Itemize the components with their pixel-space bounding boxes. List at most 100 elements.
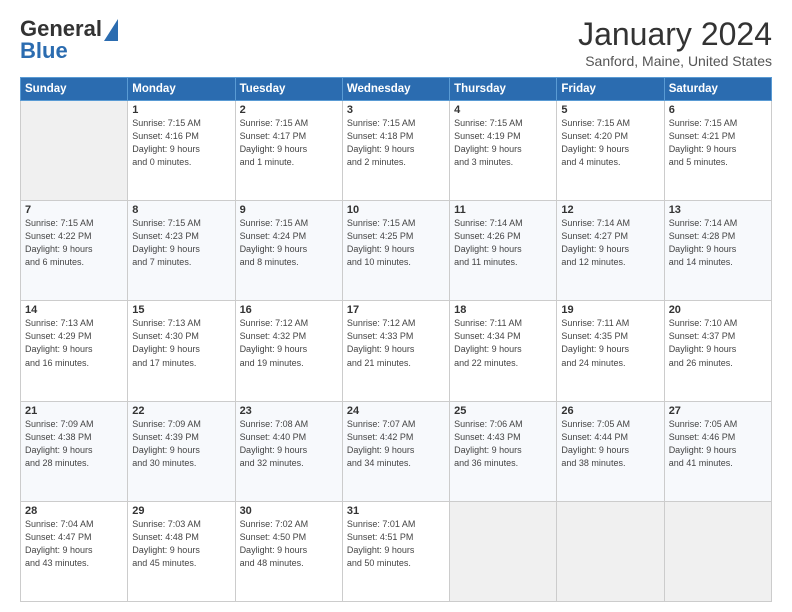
- calendar-cell: 9Sunrise: 7:15 AMSunset: 4:24 PMDaylight…: [235, 201, 342, 301]
- calendar-week-row: 28Sunrise: 7:04 AMSunset: 4:47 PMDayligh…: [21, 501, 772, 601]
- day-info: Sunrise: 7:06 AMSunset: 4:43 PMDaylight:…: [454, 418, 552, 470]
- calendar-title: January 2024: [578, 16, 772, 53]
- calendar-cell: [664, 501, 771, 601]
- day-info: Sunrise: 7:15 AMSunset: 4:25 PMDaylight:…: [347, 217, 445, 269]
- day-number: 6: [669, 104, 767, 116]
- day-info: Sunrise: 7:11 AMSunset: 4:34 PMDaylight:…: [454, 317, 552, 369]
- day-info: Sunrise: 7:14 AMSunset: 4:28 PMDaylight:…: [669, 217, 767, 269]
- day-number: 30: [240, 505, 338, 517]
- day-number: 24: [347, 405, 445, 417]
- day-number: 22: [132, 405, 230, 417]
- day-info: Sunrise: 7:08 AMSunset: 4:40 PMDaylight:…: [240, 418, 338, 470]
- day-number: 23: [240, 405, 338, 417]
- day-number: 13: [669, 204, 767, 216]
- day-number: 28: [25, 505, 123, 517]
- calendar-week-row: 7Sunrise: 7:15 AMSunset: 4:22 PMDaylight…: [21, 201, 772, 301]
- day-number: 17: [347, 304, 445, 316]
- day-number: 16: [240, 304, 338, 316]
- calendar-cell: 29Sunrise: 7:03 AMSunset: 4:48 PMDayligh…: [128, 501, 235, 601]
- day-info: Sunrise: 7:05 AMSunset: 4:46 PMDaylight:…: [669, 418, 767, 470]
- day-info: Sunrise: 7:02 AMSunset: 4:50 PMDaylight:…: [240, 518, 338, 570]
- day-number: 4: [454, 104, 552, 116]
- calendar-cell: 27Sunrise: 7:05 AMSunset: 4:46 PMDayligh…: [664, 401, 771, 501]
- calendar-cell: 18Sunrise: 7:11 AMSunset: 4:34 PMDayligh…: [450, 301, 557, 401]
- day-info: Sunrise: 7:13 AMSunset: 4:30 PMDaylight:…: [132, 317, 230, 369]
- col-thursday: Thursday: [450, 78, 557, 101]
- day-info: Sunrise: 7:15 AMSunset: 4:20 PMDaylight:…: [561, 117, 659, 169]
- day-info: Sunrise: 7:09 AMSunset: 4:38 PMDaylight:…: [25, 418, 123, 470]
- day-number: 12: [561, 204, 659, 216]
- calendar-cell: 7Sunrise: 7:15 AMSunset: 4:22 PMDaylight…: [21, 201, 128, 301]
- day-number: 9: [240, 204, 338, 216]
- logo-blue: Blue: [20, 38, 68, 64]
- calendar-header-row: Sunday Monday Tuesday Wednesday Thursday…: [21, 78, 772, 101]
- day-number: 20: [669, 304, 767, 316]
- day-number: 10: [347, 204, 445, 216]
- calendar-cell: 5Sunrise: 7:15 AMSunset: 4:20 PMDaylight…: [557, 101, 664, 201]
- calendar-cell: 12Sunrise: 7:14 AMSunset: 4:27 PMDayligh…: [557, 201, 664, 301]
- day-number: 21: [25, 405, 123, 417]
- calendar-subtitle: Sanford, Maine, United States: [578, 53, 772, 69]
- calendar-cell: 26Sunrise: 7:05 AMSunset: 4:44 PMDayligh…: [557, 401, 664, 501]
- day-info: Sunrise: 7:15 AMSunset: 4:22 PMDaylight:…: [25, 217, 123, 269]
- day-info: Sunrise: 7:07 AMSunset: 4:42 PMDaylight:…: [347, 418, 445, 470]
- day-info: Sunrise: 7:04 AMSunset: 4:47 PMDaylight:…: [25, 518, 123, 570]
- calendar-cell: 16Sunrise: 7:12 AMSunset: 4:32 PMDayligh…: [235, 301, 342, 401]
- calendar-cell: 10Sunrise: 7:15 AMSunset: 4:25 PMDayligh…: [342, 201, 449, 301]
- day-number: 26: [561, 405, 659, 417]
- col-friday: Friday: [557, 78, 664, 101]
- day-info: Sunrise: 7:15 AMSunset: 4:19 PMDaylight:…: [454, 117, 552, 169]
- calendar-cell: [450, 501, 557, 601]
- calendar-cell: 2Sunrise: 7:15 AMSunset: 4:17 PMDaylight…: [235, 101, 342, 201]
- calendar-cell: 22Sunrise: 7:09 AMSunset: 4:39 PMDayligh…: [128, 401, 235, 501]
- day-info: Sunrise: 7:15 AMSunset: 4:21 PMDaylight:…: [669, 117, 767, 169]
- col-saturday: Saturday: [664, 78, 771, 101]
- calendar-cell: 3Sunrise: 7:15 AMSunset: 4:18 PMDaylight…: [342, 101, 449, 201]
- calendar-cell: 21Sunrise: 7:09 AMSunset: 4:38 PMDayligh…: [21, 401, 128, 501]
- calendar-cell: 28Sunrise: 7:04 AMSunset: 4:47 PMDayligh…: [21, 501, 128, 601]
- day-number: 14: [25, 304, 123, 316]
- calendar-cell: 6Sunrise: 7:15 AMSunset: 4:21 PMDaylight…: [664, 101, 771, 201]
- day-info: Sunrise: 7:01 AMSunset: 4:51 PMDaylight:…: [347, 518, 445, 570]
- col-tuesday: Tuesday: [235, 78, 342, 101]
- calendar-cell: 20Sunrise: 7:10 AMSunset: 4:37 PMDayligh…: [664, 301, 771, 401]
- day-number: 19: [561, 304, 659, 316]
- day-number: 8: [132, 204, 230, 216]
- day-info: Sunrise: 7:15 AMSunset: 4:24 PMDaylight:…: [240, 217, 338, 269]
- day-number: 5: [561, 104, 659, 116]
- day-number: 1: [132, 104, 230, 116]
- day-info: Sunrise: 7:14 AMSunset: 4:26 PMDaylight:…: [454, 217, 552, 269]
- day-info: Sunrise: 7:10 AMSunset: 4:37 PMDaylight:…: [669, 317, 767, 369]
- day-info: Sunrise: 7:05 AMSunset: 4:44 PMDaylight:…: [561, 418, 659, 470]
- calendar-cell: 4Sunrise: 7:15 AMSunset: 4:19 PMDaylight…: [450, 101, 557, 201]
- col-wednesday: Wednesday: [342, 78, 449, 101]
- logo: General Blue: [20, 16, 118, 64]
- day-number: 18: [454, 304, 552, 316]
- day-number: 25: [454, 405, 552, 417]
- day-number: 31: [347, 505, 445, 517]
- day-info: Sunrise: 7:03 AMSunset: 4:48 PMDaylight:…: [132, 518, 230, 570]
- calendar-cell: 8Sunrise: 7:15 AMSunset: 4:23 PMDaylight…: [128, 201, 235, 301]
- day-number: 15: [132, 304, 230, 316]
- calendar-cell: 13Sunrise: 7:14 AMSunset: 4:28 PMDayligh…: [664, 201, 771, 301]
- calendar-cell: 31Sunrise: 7:01 AMSunset: 4:51 PMDayligh…: [342, 501, 449, 601]
- day-info: Sunrise: 7:09 AMSunset: 4:39 PMDaylight:…: [132, 418, 230, 470]
- calendar-cell: 24Sunrise: 7:07 AMSunset: 4:42 PMDayligh…: [342, 401, 449, 501]
- calendar-cell: 30Sunrise: 7:02 AMSunset: 4:50 PMDayligh…: [235, 501, 342, 601]
- day-info: Sunrise: 7:15 AMSunset: 4:23 PMDaylight:…: [132, 217, 230, 269]
- calendar-cell: 15Sunrise: 7:13 AMSunset: 4:30 PMDayligh…: [128, 301, 235, 401]
- calendar-cell: 1Sunrise: 7:15 AMSunset: 4:16 PMDaylight…: [128, 101, 235, 201]
- calendar-cell: 25Sunrise: 7:06 AMSunset: 4:43 PMDayligh…: [450, 401, 557, 501]
- calendar-week-row: 14Sunrise: 7:13 AMSunset: 4:29 PMDayligh…: [21, 301, 772, 401]
- day-info: Sunrise: 7:13 AMSunset: 4:29 PMDaylight:…: [25, 317, 123, 369]
- day-info: Sunrise: 7:15 AMSunset: 4:16 PMDaylight:…: [132, 117, 230, 169]
- calendar-cell: 19Sunrise: 7:11 AMSunset: 4:35 PMDayligh…: [557, 301, 664, 401]
- day-info: Sunrise: 7:11 AMSunset: 4:35 PMDaylight:…: [561, 317, 659, 369]
- day-number: 3: [347, 104, 445, 116]
- day-info: Sunrise: 7:15 AMSunset: 4:18 PMDaylight:…: [347, 117, 445, 169]
- day-info: Sunrise: 7:14 AMSunset: 4:27 PMDaylight:…: [561, 217, 659, 269]
- calendar-cell: 23Sunrise: 7:08 AMSunset: 4:40 PMDayligh…: [235, 401, 342, 501]
- calendar-cell: [21, 101, 128, 201]
- col-sunday: Sunday: [21, 78, 128, 101]
- calendar-week-row: 1Sunrise: 7:15 AMSunset: 4:16 PMDaylight…: [21, 101, 772, 201]
